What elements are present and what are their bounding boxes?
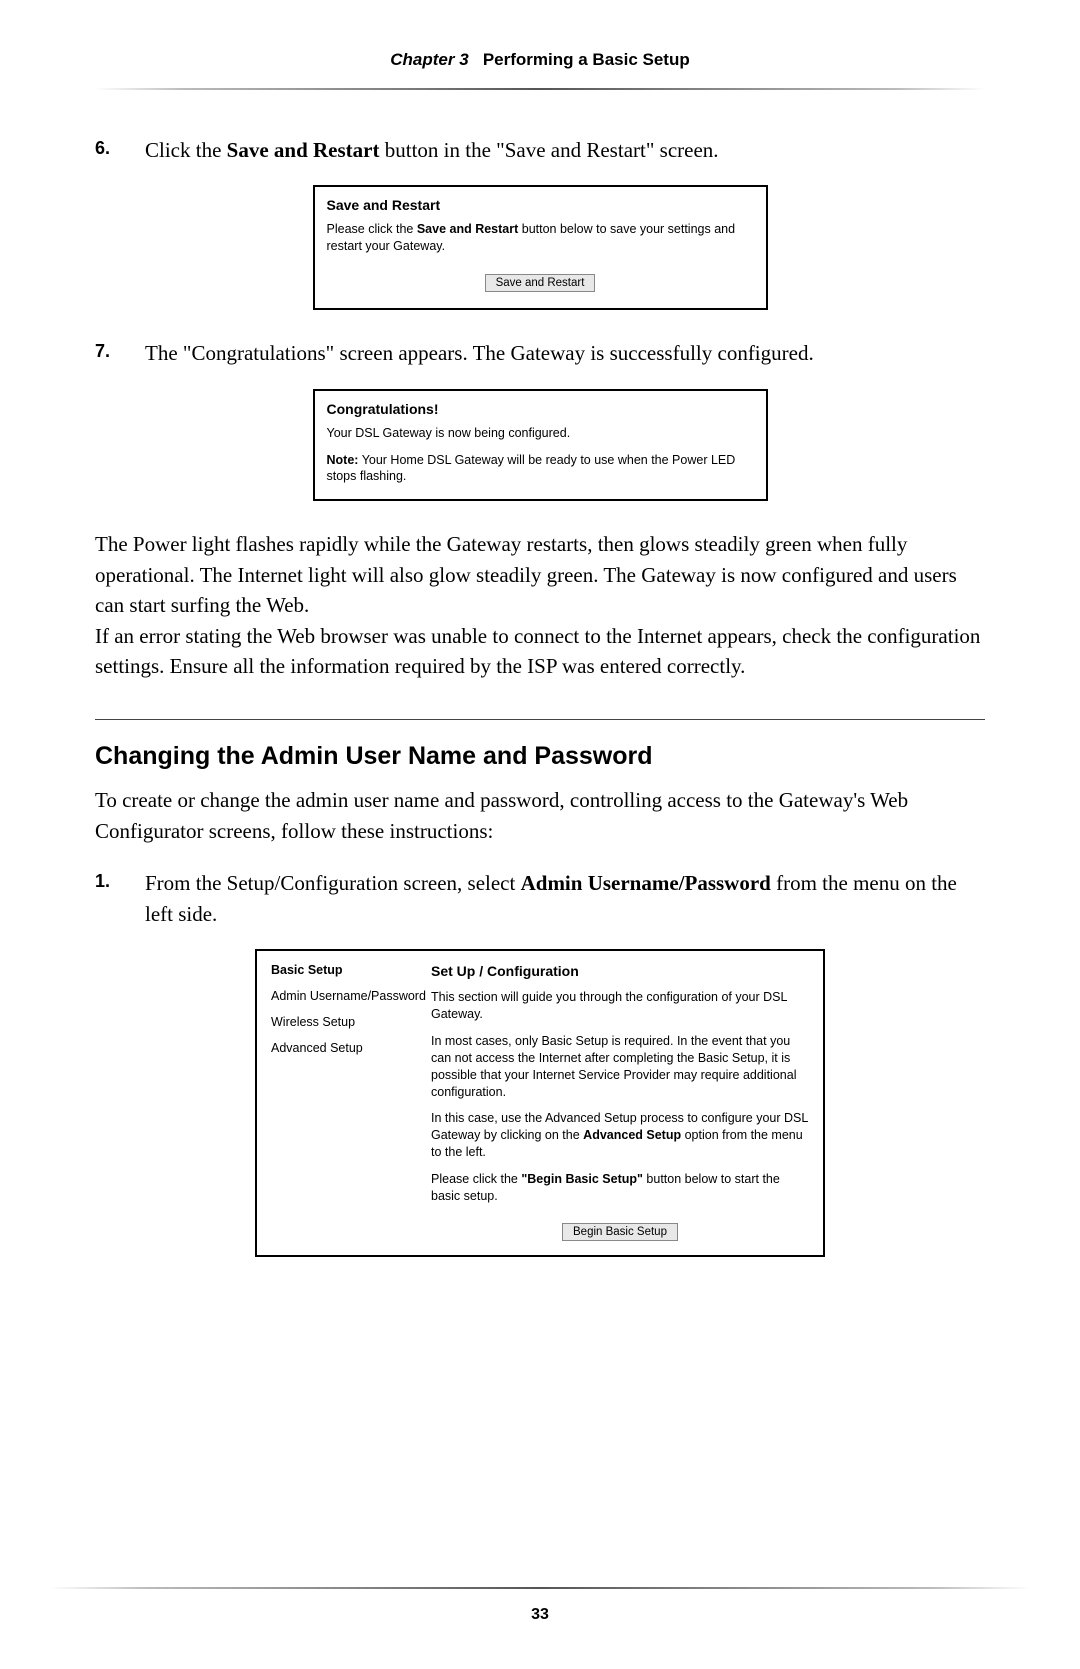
step-body: The "Congratulations" screen appears. Th… bbox=[145, 338, 985, 368]
note-text: Your Home DSL Gateway will be ready to u… bbox=[327, 453, 736, 484]
note-label: Note: bbox=[327, 453, 359, 467]
dialog-line1: Your DSL Gateway is now being configured… bbox=[327, 425, 754, 442]
content-panel: Set Up / Configuration This section will… bbox=[431, 963, 809, 1241]
congratulations-screenshot: Congratulations! Your DSL Gateway is now… bbox=[313, 389, 768, 502]
text: Please click the bbox=[327, 222, 417, 236]
section-intro: To create or change the admin user name … bbox=[95, 785, 985, 846]
step-7: 7. The "Congratulations" screen appears.… bbox=[95, 338, 985, 368]
text: From the Setup/Configuration screen, sel… bbox=[145, 871, 521, 895]
dialog-title: Congratulations! bbox=[327, 401, 754, 417]
section-heading: Changing the Admin User Name and Passwor… bbox=[95, 742, 985, 771]
chapter-title: Performing a Basic Setup bbox=[483, 50, 690, 69]
dialog-note: Note: Your Home DSL Gateway will be read… bbox=[327, 452, 754, 486]
body-paragraph-1: The Power light flashes rapidly while th… bbox=[95, 529, 985, 620]
bold-text: Save and Restart bbox=[227, 138, 380, 162]
sidebar-item-wireless-setup[interactable]: Wireless Setup bbox=[271, 1015, 431, 1029]
step-number: 7. bbox=[95, 338, 145, 368]
chapter-label: Chapter 3 bbox=[390, 50, 468, 69]
dialog-title: Save and Restart bbox=[327, 197, 754, 213]
step-6: 6. Click the Save and Restart button in … bbox=[95, 135, 985, 165]
sidebar-menu: Basic Setup Admin Username/Password Wire… bbox=[271, 963, 431, 1241]
button-row: Begin Basic Setup bbox=[431, 1223, 809, 1241]
save-restart-screenshot: Save and Restart Please click the Save a… bbox=[313, 185, 768, 310]
panel-p2: In most cases, only Basic Setup is requi… bbox=[431, 1033, 809, 1101]
footer-divider bbox=[50, 1587, 1030, 1589]
text: was entered correctly. bbox=[557, 654, 746, 678]
button-row: Save and Restart bbox=[327, 273, 754, 292]
text: button in the "Save and Restart" screen. bbox=[379, 138, 718, 162]
setup-config-screenshot: Basic Setup Admin Username/Password Wire… bbox=[255, 949, 825, 1257]
bold-text: Advanced Setup bbox=[583, 1128, 681, 1142]
header-divider bbox=[95, 88, 985, 90]
step-1: 1. From the Setup/Configuration screen, … bbox=[95, 868, 985, 929]
text: Please click the bbox=[431, 1172, 521, 1186]
isp-text: ISP bbox=[527, 654, 557, 678]
step-number: 1. bbox=[95, 868, 145, 929]
panel-title: Set Up / Configuration bbox=[431, 963, 809, 979]
panel-p3: In this case, use the Advanced Setup pro… bbox=[431, 1110, 809, 1161]
bold-text: Admin Username/Password bbox=[521, 871, 771, 895]
chapter-header: Chapter 3 Performing a Basic Setup bbox=[95, 50, 985, 88]
section-divider bbox=[95, 719, 985, 720]
panel-p4: Please click the "Begin Basic Setup" but… bbox=[431, 1171, 809, 1205]
step-body: Click the Save and Restart button in the… bbox=[145, 135, 985, 165]
panel-p1: This section will guide you through the … bbox=[431, 989, 809, 1023]
body-paragraph-2: If an error stating the Web browser was … bbox=[95, 621, 985, 682]
sidebar-item-advanced-setup[interactable]: Advanced Setup bbox=[271, 1041, 431, 1055]
sidebar-item-admin-username[interactable]: Admin Username/Password bbox=[271, 989, 431, 1003]
bold-text: "Begin Basic Setup" bbox=[521, 1172, 643, 1186]
begin-basic-setup-button[interactable]: Begin Basic Setup bbox=[562, 1223, 678, 1241]
step-number: 6. bbox=[95, 135, 145, 165]
bold-text: Save and Restart bbox=[417, 222, 518, 236]
page-number: 33 bbox=[0, 1606, 1080, 1624]
text: Click the bbox=[145, 138, 227, 162]
sidebar-item-basic-setup[interactable]: Basic Setup bbox=[271, 963, 431, 977]
step-body: From the Setup/Configuration screen, sel… bbox=[145, 868, 985, 929]
dialog-text: Please click the Save and Restart button… bbox=[327, 221, 754, 255]
save-restart-button[interactable]: Save and Restart bbox=[485, 274, 596, 292]
